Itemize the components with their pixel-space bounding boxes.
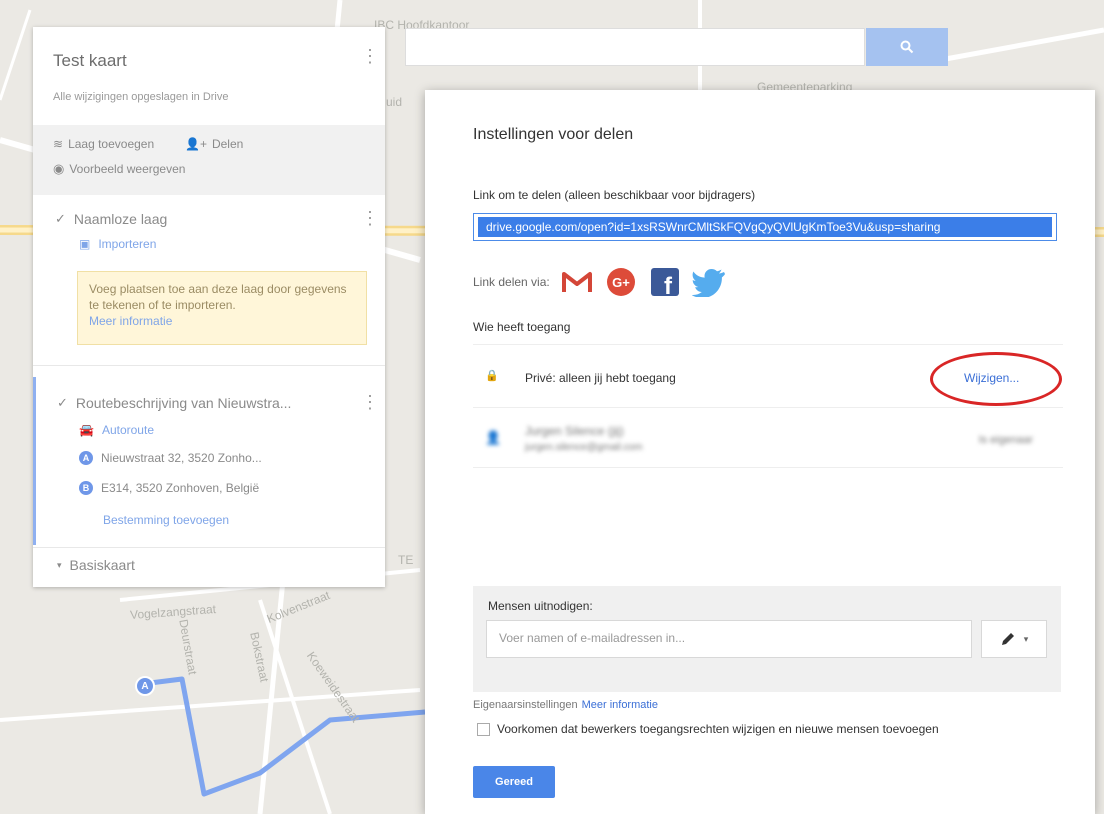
route-stop-a[interactable]: A Nieuwstraat 32, 3520 Zonho... xyxy=(79,451,262,465)
map-label-partial: TE xyxy=(398,553,414,567)
marker-a-icon: A xyxy=(79,451,93,465)
google-plus-icon[interactable]: G+ xyxy=(604,266,638,298)
more-info-link[interactable]: Meer informatie xyxy=(89,314,172,328)
facebook-icon[interactable]: f xyxy=(648,266,682,298)
route-marker-a[interactable]: A xyxy=(135,676,155,696)
layers-icon: ≋ xyxy=(53,137,64,151)
share-link-field[interactable]: drive.google.com/open?id=1xsRSWnrCMltSkF… xyxy=(473,213,1057,241)
svg-text:G+: G+ xyxy=(612,275,630,290)
search-button[interactable] xyxy=(866,28,948,66)
route-stop-b[interactable]: B E314, 3520 Zonhoven, België xyxy=(79,481,259,495)
add-layer-button[interactable]: ≋ Laag toevoegen xyxy=(53,137,154,151)
lock-icon: 🔒 xyxy=(485,370,499,382)
layer-untitled[interactable]: ✓ Naamloze laag xyxy=(55,211,167,227)
checkbox-checked-icon[interactable]: ✓ xyxy=(55,211,66,227)
highlight-circle xyxy=(930,352,1062,406)
permission-dropdown[interactable]: ▾ xyxy=(981,620,1047,658)
search-icon xyxy=(900,40,914,54)
who-has-access-label: Wie heeft toegang xyxy=(473,320,571,334)
prevent-editors-label: Voorkomen dat bewerkers toegangsrechten … xyxy=(497,722,939,736)
share-settings-dialog: Instellingen voor delen Link om te delen… xyxy=(425,90,1095,814)
done-button[interactable]: Gereed xyxy=(473,766,555,798)
invite-label: Mensen uitnodigen: xyxy=(488,599,593,613)
dialog-title: Instellingen voor delen xyxy=(473,126,634,143)
chevron-down-icon: ▾ xyxy=(1023,633,1029,644)
share-link-label: Link om te delen (alleen beschikbaar voo… xyxy=(473,188,756,202)
prevent-editors-checkbox[interactable] xyxy=(477,722,490,736)
gmail-icon[interactable] xyxy=(560,266,594,298)
add-person-icon: 👤+ xyxy=(185,137,207,151)
divider xyxy=(33,547,385,548)
map-layers-panel: Test kaart ⋮ Alle wijzigingen opgeslagen… xyxy=(33,27,385,587)
preview-button[interactable]: ◉ Voorbeeld weergeven xyxy=(53,161,185,177)
person-icon: 👤 xyxy=(485,430,502,445)
save-status: Alle wijzigingen opgeslagen in Drive xyxy=(53,91,229,103)
layer-name[interactable]: Naamloze laag xyxy=(74,211,167,227)
search-input[interactable] xyxy=(405,28,865,66)
eye-icon: ◉ xyxy=(53,161,65,176)
share-via-label: Link delen via: xyxy=(473,275,550,289)
access-row-owner: 👤 Jurgen Silence (jij) jurgen.silence@gm… xyxy=(473,410,1063,468)
owner-settings: Eigenaarsinstellingen Meer informatie xyxy=(473,699,658,711)
dropdown-arrow-icon[interactable]: ▾ xyxy=(57,560,62,571)
invite-section: Mensen uitnodigen: Voer namen of e-maila… xyxy=(473,586,1061,692)
layer-options-icon[interactable]: ⋮ xyxy=(361,393,379,411)
layer-route[interactable]: ✓ Routebeschrijving van Nieuwstra... xyxy=(57,395,291,411)
owner-more-info-link[interactable]: Meer informatie xyxy=(582,699,658,711)
invite-input[interactable]: Voer namen of e-mailadressen in... xyxy=(486,620,972,658)
layer-hint: Voeg plaatsen toe aan deze laag door geg… xyxy=(77,271,367,345)
layer-name[interactable]: Routebeschrijving van Nieuwstra... xyxy=(76,395,292,411)
marker-b-icon: B xyxy=(79,481,93,495)
panel-actions: ≋ Laag toevoegen 👤+ Delen ◉ Voorbeeld we… xyxy=(33,125,385,195)
prevent-editors-option[interactable]: Voorkomen dat bewerkers toegangsrechten … xyxy=(477,722,939,736)
pencil-icon xyxy=(1001,633,1014,645)
share-link-value: drive.google.com/open?id=1xsRSWnrCMltSkF… xyxy=(478,217,1052,237)
route-mode[interactable]: 🚘 Autoroute xyxy=(79,423,154,437)
owner-settings-label: Eigenaarsinstellingen xyxy=(473,699,578,711)
map-title[interactable]: Test kaart xyxy=(53,51,127,71)
more-options-icon[interactable]: ⋮ xyxy=(361,47,379,65)
svg-text:f: f xyxy=(664,273,673,297)
car-icon: 🚘 xyxy=(79,423,94,437)
privacy-status: Privé: alleen jij hebt toegang xyxy=(525,371,676,385)
checkbox-checked-icon[interactable]: ✓ xyxy=(57,395,68,411)
layer-options-icon[interactable]: ⋮ xyxy=(361,209,379,227)
owner-name: Jurgen Silence (jij) xyxy=(525,424,624,438)
twitter-icon[interactable] xyxy=(691,266,726,298)
add-destination-link[interactable]: Bestemming toevoegen xyxy=(103,513,229,527)
divider xyxy=(33,365,385,366)
import-icon: ▣ xyxy=(79,237,91,251)
selected-layer-indicator xyxy=(33,377,36,545)
basemap-row[interactable]: ▾ Basiskaart xyxy=(57,557,135,573)
owner-email: jurgen.silence@gmail.com xyxy=(525,442,643,453)
map-label-partial: uid xyxy=(386,95,403,109)
share-button[interactable]: 👤+ Delen xyxy=(185,137,243,151)
owner-role: Is eigenaar xyxy=(978,434,1033,446)
import-link[interactable]: ▣ Importeren xyxy=(79,237,156,251)
share-via-row: Link delen via: G+ f xyxy=(473,266,726,298)
